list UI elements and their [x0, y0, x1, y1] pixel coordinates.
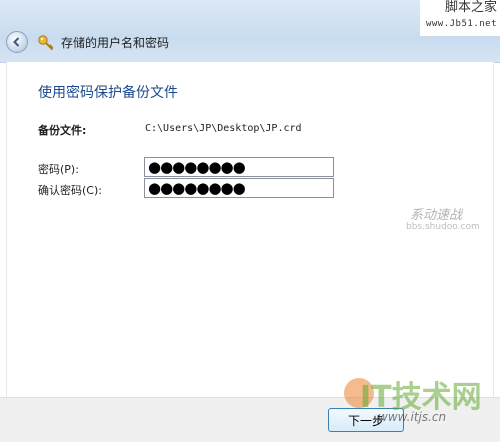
confirm-password-field[interactable]: ●●●●●●●●: [144, 178, 334, 198]
window-title: 存储的用户名和密码: [61, 36, 170, 50]
dialog-heading: 使用密码保护备份文件: [38, 85, 178, 101]
watermark-top-line2: www.Jb51.net: [425, 19, 497, 29]
watermark-bottom-url: www.itjs.cn: [378, 410, 447, 424]
watermark-mid: 系动速战 bbs.shudoo.com: [380, 200, 490, 244]
watermark-mid-line1: 系动速战: [410, 208, 463, 223]
password-field[interactable]: ●●●●●●●●: [144, 157, 334, 177]
backup-file-label: 备份文件:: [38, 124, 87, 137]
password-label: 密码(P):: [38, 163, 79, 176]
watermark-bottom: IT技术网 www.itjs.cn: [338, 372, 500, 442]
watermark-top: 脚本之家 www.Jb51.net: [420, 0, 500, 36]
back-button[interactable]: [6, 31, 28, 53]
backup-password-dialog: 存储的用户名和密码 脚本之家 www.Jb51.net 使用密码保护备份文件 备…: [0, 0, 500, 442]
watermark-mid-line2: bbs.shudoo.com: [406, 222, 480, 232]
watermark-top-line1: 脚本之家: [444, 0, 497, 15]
back-arrow-icon: [13, 37, 20, 47]
key-icon: [38, 35, 54, 51]
backup-file-path: C:\Users\JP\Desktop\JP.crd: [145, 123, 302, 134]
confirm-password-label: 确认密码(C):: [38, 184, 102, 197]
